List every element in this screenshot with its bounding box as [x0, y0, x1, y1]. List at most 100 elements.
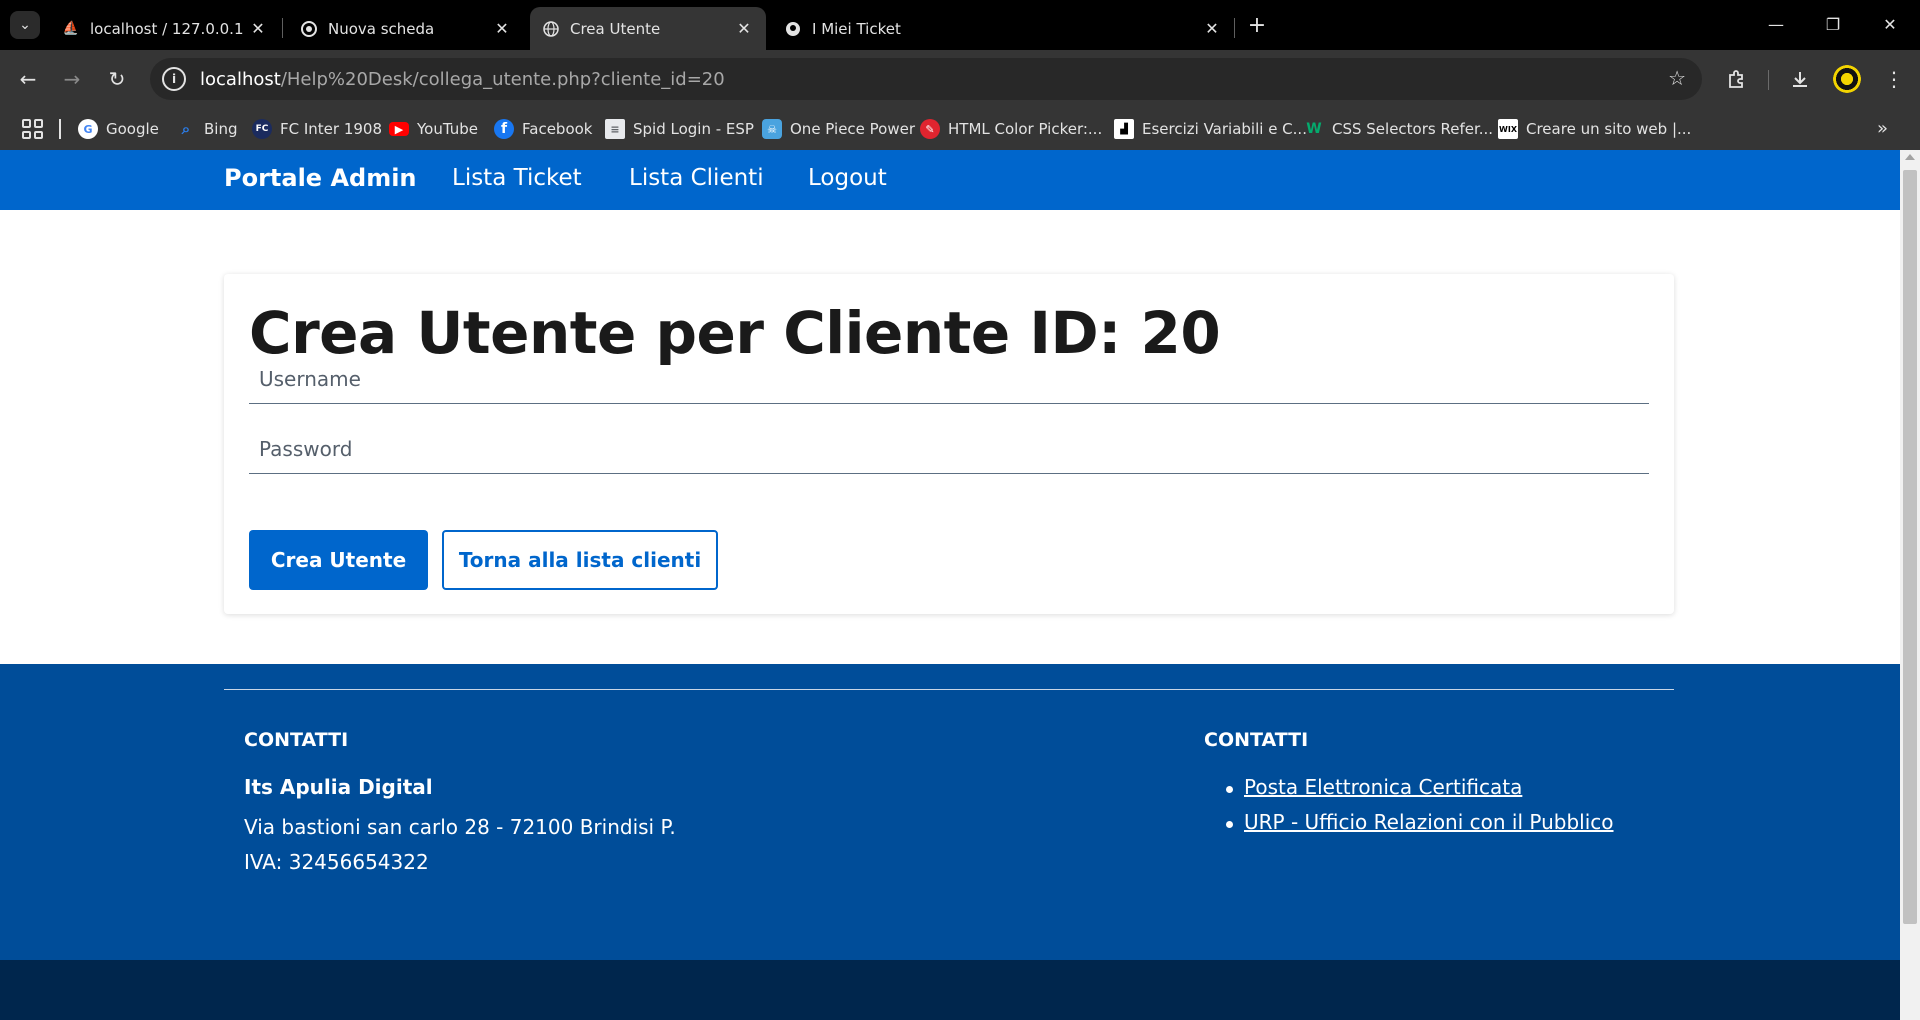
- list-item: Posta Elettronica Certificata: [1224, 775, 1614, 810]
- create-user-button[interactable]: Crea Utente: [249, 530, 428, 590]
- site-icon: ▟: [1114, 119, 1134, 139]
- apps-grid-icon[interactable]: [20, 117, 44, 141]
- back-button[interactable]: ←: [12, 63, 44, 95]
- reload-icon: ↻: [108, 67, 126, 91]
- bookmark-facebook[interactable]: f Facebook: [494, 108, 592, 150]
- arrow-right-icon: →: [63, 67, 81, 91]
- profile-avatar[interactable]: [1833, 65, 1861, 93]
- close-icon[interactable]: ✕: [1202, 19, 1222, 39]
- tab-phpmyadmin[interactable]: ⛵ localhost / 127.0.0.1 / ticket_ma ✕: [50, 7, 280, 50]
- url-text: localhost/Help%20Desk/collega_utente.php…: [200, 69, 725, 90]
- minimize-button[interactable]: —: [1752, 8, 1800, 40]
- url-path: /Help%20Desk/collega_utente.php?cliente_…: [280, 68, 725, 90]
- bookmark-label: FC Inter 1908: [280, 120, 383, 138]
- footer-link-pec[interactable]: Posta Elettronica Certificata: [1244, 775, 1522, 799]
- back-to-clients-button[interactable]: Torna alla lista clienti: [442, 530, 718, 590]
- tab-nuova-scheda[interactable]: Nuova scheda ✕: [288, 7, 524, 50]
- new-tab-button[interactable]: +: [1244, 12, 1270, 38]
- nav-logout[interactable]: Logout: [808, 165, 887, 191]
- tab-title: I Miei Ticket: [812, 19, 901, 38]
- site-footer: CONTATTI Its Apulia Digital Via bastioni…: [0, 664, 1900, 960]
- bookmark-label: YouTube: [417, 120, 478, 138]
- username-input[interactable]: [249, 354, 1649, 404]
- tab-search-button[interactable]: ⌄: [10, 11, 40, 39]
- bookmark-bing[interactable]: ⌕ Bing: [176, 108, 238, 150]
- bookmark-esercizi[interactable]: ▟ Esercizi Variabili e C...: [1114, 108, 1307, 150]
- bookmark-color-picker[interactable]: ✎ HTML Color Picker:...: [920, 108, 1102, 150]
- bookmark-spid[interactable]: ≡ Spid Login - ESP: [605, 108, 754, 150]
- bookmark-onepiece[interactable]: ☠ One Piece Power: [762, 108, 915, 150]
- tab-title: localhost / 127.0.0.1 / ticket_ma: [90, 19, 248, 38]
- reload-button[interactable]: ↻: [101, 63, 133, 95]
- list-item: URP - Ufficio Relazioni con il Pubblico: [1224, 810, 1614, 845]
- footer-contacts-heading: CONTATTI: [244, 729, 349, 751]
- bookmark-label: Facebook: [522, 120, 593, 138]
- footer-links-list: Posta Elettronica Certificata URP - Uffi…: [1224, 775, 1614, 845]
- scrollbar-thumb[interactable]: [1903, 170, 1917, 924]
- menu-kebab-icon[interactable]: ⋮: [1880, 65, 1908, 93]
- bookmark-label: Google: [106, 120, 159, 138]
- bookmark-label: CSS Selectors Refer...: [1332, 120, 1494, 138]
- close-icon[interactable]: ✕: [492, 19, 512, 39]
- bookmark-google[interactable]: G Google: [78, 108, 159, 150]
- wix-icon: WIX: [1498, 119, 1518, 139]
- site-info-icon[interactable]: i: [162, 67, 186, 91]
- password-input[interactable]: [249, 424, 1649, 474]
- facebook-icon: f: [494, 119, 514, 139]
- tab-crea-utente[interactable]: Crea Utente ✕: [530, 7, 766, 50]
- browser-toolbar: ← → ↻ i localhost/Help%20Desk/collega_ut…: [0, 50, 1920, 108]
- bookmark-label: Esercizi Variabili e C...: [1142, 120, 1307, 138]
- tab-i-miei-ticket[interactable]: I Miei Ticket ✕: [772, 7, 1232, 50]
- chevron-down-icon: ⌄: [19, 17, 31, 33]
- chevron-double-right-icon[interactable]: »: [1877, 118, 1888, 139]
- bookmark-wix[interactable]: WIX Creare un sito web |...: [1498, 108, 1691, 150]
- forward-button[interactable]: →: [56, 63, 88, 95]
- footer-address: Via bastioni san carlo 28 - 72100 Brindi…: [244, 815, 676, 874]
- bookmark-label: Creare un sito web |...: [1526, 120, 1692, 138]
- footer-contacts-heading-right: CONTATTI: [1204, 729, 1309, 751]
- tab-separator: [1234, 18, 1235, 38]
- onepiece-icon: ☠: [762, 119, 782, 139]
- bookmarks-bar: G Google ⌕ Bing FC FC Inter 1908 ▶ YouTu…: [0, 108, 1920, 150]
- page-scrollbar[interactable]: [1900, 150, 1920, 1020]
- restore-button[interactable]: ❐: [1809, 8, 1857, 40]
- bookmark-youtube[interactable]: ▶ YouTube: [389, 108, 478, 150]
- bookmark-inter[interactable]: FC FC Inter 1908: [252, 108, 382, 150]
- chrome-icon: [300, 20, 318, 38]
- close-icon[interactable]: ✕: [248, 19, 268, 39]
- globe-icon: [542, 20, 560, 38]
- download-icon[interactable]: [1786, 65, 1814, 93]
- nav-lista-clienti[interactable]: Lista Clienti: [629, 165, 764, 191]
- sub-footer: [0, 960, 1900, 1020]
- close-icon[interactable]: ✕: [734, 19, 754, 39]
- document-icon: ≡: [605, 119, 625, 139]
- inter-icon: FC: [252, 119, 272, 139]
- minimize-icon: —: [1768, 14, 1784, 34]
- bookmark-label: Spid Login - ESP: [633, 120, 754, 138]
- address-bar[interactable]: i localhost/Help%20Desk/collega_utente.p…: [150, 58, 1702, 100]
- brand-link[interactable]: Portale Admin: [224, 164, 417, 192]
- scroll-up-arrow-icon[interactable]: [1905, 154, 1915, 160]
- tab-title: Crea Utente: [570, 19, 661, 38]
- url-host: localhost: [200, 68, 281, 90]
- nav-lista-ticket[interactable]: Lista Ticket: [452, 165, 582, 191]
- tab-strip: ⌄ ⛵ localhost / 127.0.0.1 / ticket_ma ✕ …: [0, 0, 1920, 50]
- close-icon: ✕: [1883, 14, 1897, 34]
- create-user-card: Crea Utente per Cliente ID: 20 Crea Uten…: [224, 274, 1674, 614]
- extensions-icon[interactable]: [1722, 65, 1750, 93]
- bookmark-css-selectors[interactable]: W CSS Selectors Refer...: [1304, 108, 1493, 150]
- google-icon: G: [78, 119, 98, 139]
- youtube-icon: ▶: [389, 122, 409, 136]
- tab-title: Nuova scheda: [328, 19, 435, 38]
- bookmark-star-icon[interactable]: ☆: [1668, 66, 1686, 90]
- arrow-left-icon: ←: [19, 67, 37, 91]
- tab-separator: [282, 18, 283, 38]
- bookmarks-divider: [59, 119, 61, 139]
- footer-divider: [224, 689, 1674, 690]
- footer-org-name: Its Apulia Digital: [244, 775, 433, 799]
- close-window-button[interactable]: ✕: [1866, 8, 1914, 40]
- w3-icon: W: [1306, 121, 1322, 137]
- phpmyadmin-icon: ⛵: [62, 21, 80, 36]
- footer-link-urp[interactable]: URP - Ufficio Relazioni con il Pubblico: [1244, 810, 1614, 834]
- page-viewport: Portale Admin Lista Ticket Lista Clienti…: [0, 150, 1920, 1020]
